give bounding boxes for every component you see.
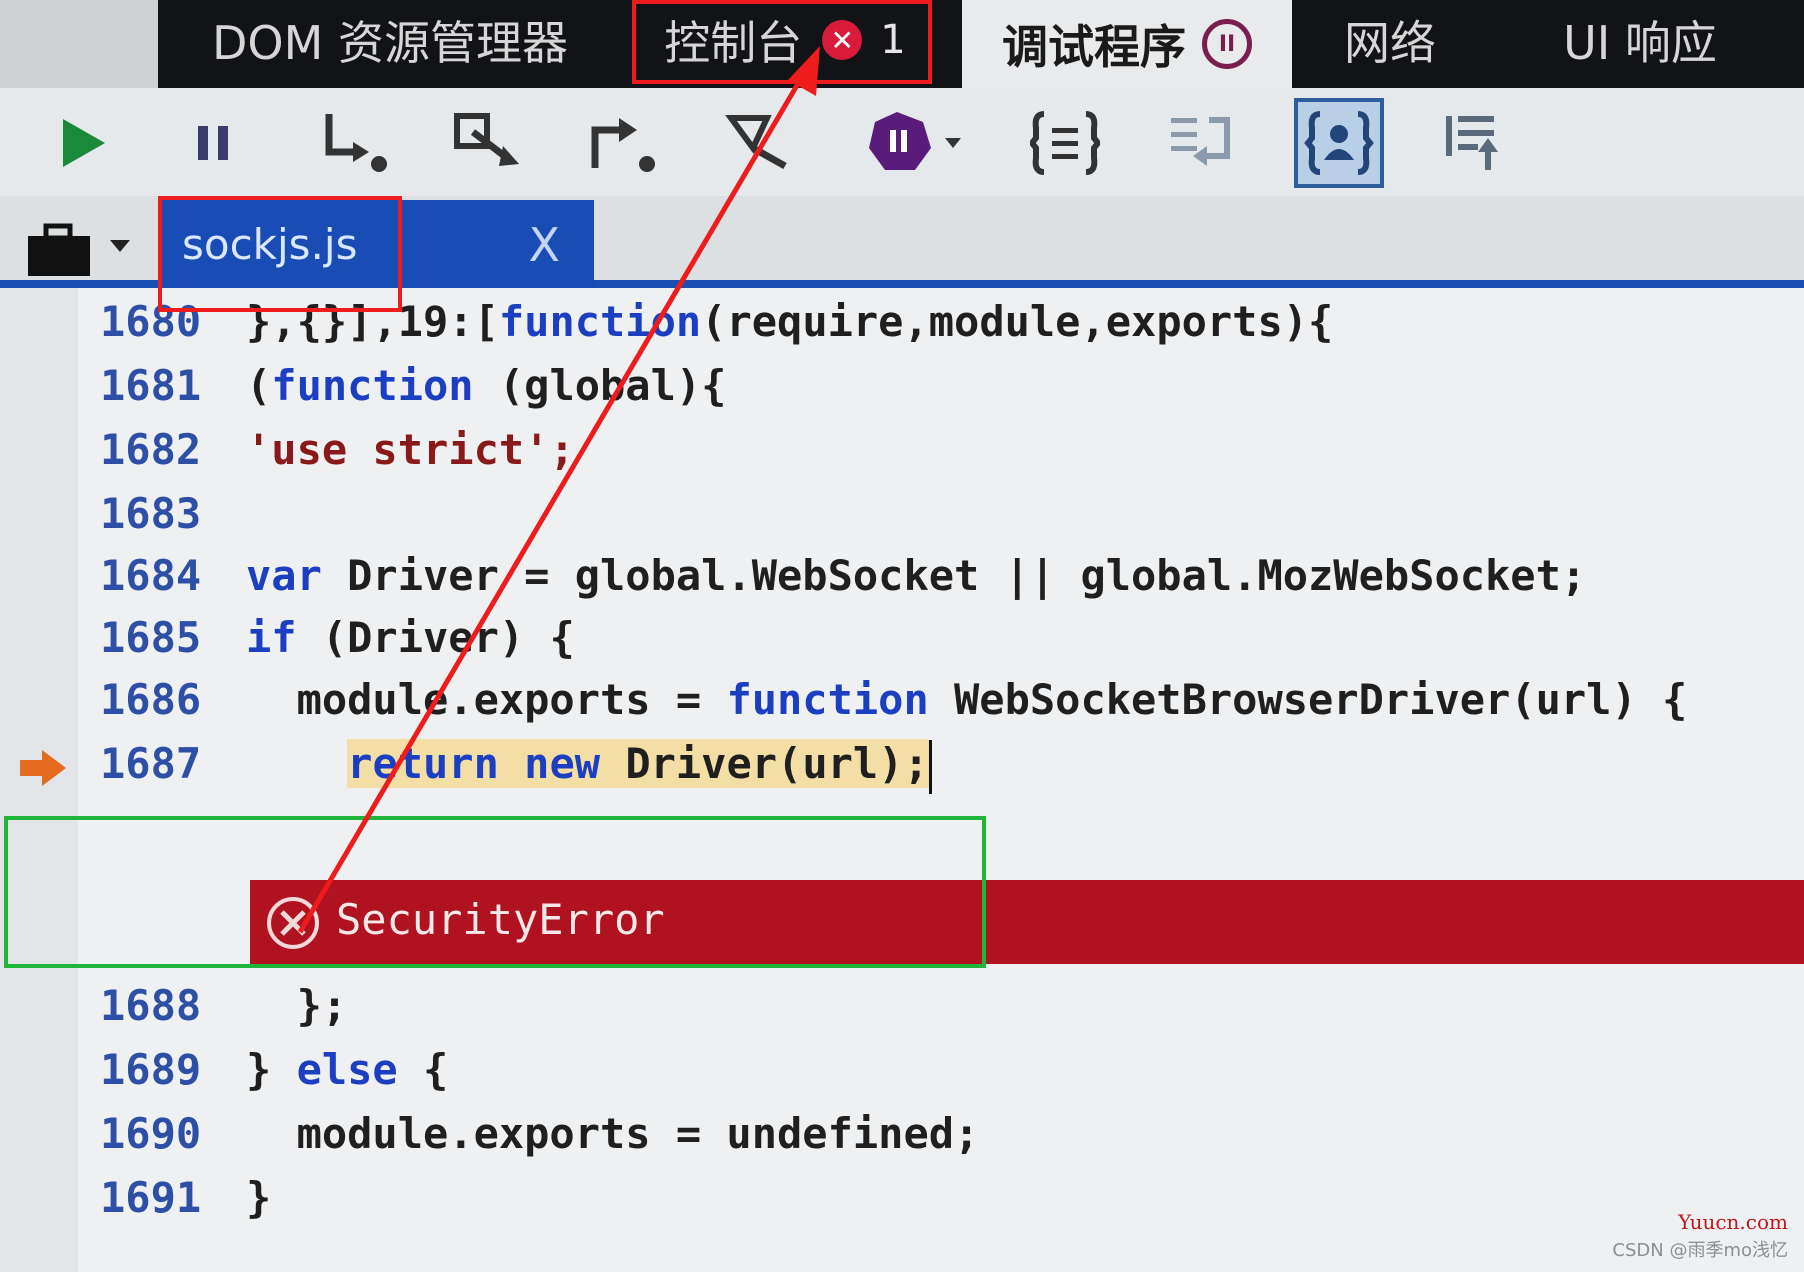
watermark-credit: CSDN @雨季mo浅忆 bbox=[1612, 1240, 1788, 1261]
annotation-arrow bbox=[297, 46, 820, 934]
watermark-site: Yuucn.com bbox=[1678, 1210, 1788, 1234]
